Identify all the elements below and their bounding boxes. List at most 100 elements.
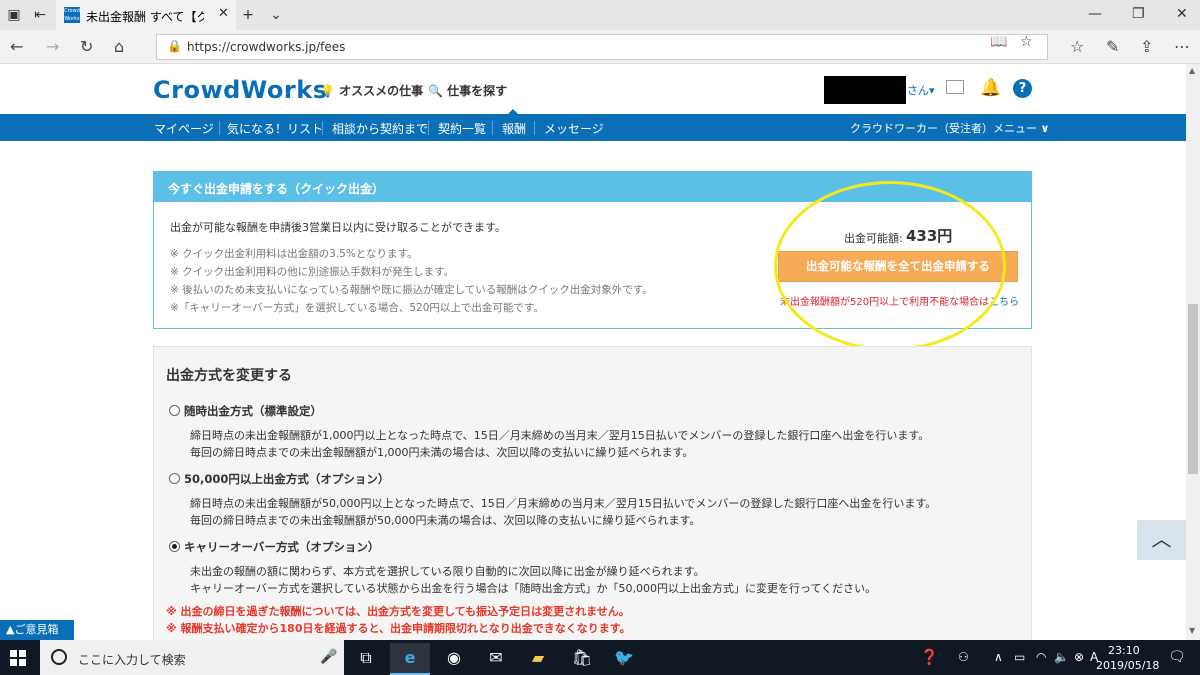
back-tab-icon[interactable]: ⇤ (32, 7, 48, 23)
method-section-title: 出金方式を変更する (166, 368, 292, 384)
option-label[interactable]: 50,000円以上出金方式（オプション） (184, 471, 389, 487)
find-jobs-link[interactable]: 🔍 仕事を探す (428, 82, 507, 99)
edge-icon[interactable]: e (390, 643, 430, 675)
wifi-icon[interactable]: ◠ (1036, 650, 1046, 664)
nav-consult-to-contract[interactable]: 相談から契約まで (332, 120, 428, 137)
page-scrollbar[interactable]: ▲ ▼ (1186, 64, 1200, 640)
nav-divider (492, 121, 493, 135)
worker-menu[interactable]: クラウドワーカー（受注者）メニュー ∨ (850, 120, 1049, 136)
clock-time[interactable]: 23:10 (1108, 644, 1140, 657)
tray-expand-icon[interactable]: ∧ (994, 650, 1003, 664)
nav-divider (322, 121, 323, 135)
warning-text: ※ 報酬支払い確定から180日を経過すると、出金申請期限切れとなり出金できなくな… (166, 622, 631, 635)
recommended-jobs-label: オススメの仕事 (339, 84, 424, 98)
quick-note: ※ 後払いのため未支払いになっている報酬や既に振込が確定している報酬はクイック出… (170, 284, 653, 296)
refresh-icon[interactable]: ↻ (80, 38, 93, 56)
home-icon[interactable]: ⌂ (114, 38, 124, 56)
windows-start-icon[interactable] (10, 650, 26, 666)
nav-divider (219, 121, 220, 135)
chevron-down-icon: ∨ (1040, 122, 1050, 135)
battery-icon[interactable]: ▭ (1014, 650, 1025, 664)
reading-view-icon[interactable]: 📖 (990, 34, 1007, 50)
option-label[interactable]: キャリーオーバー方式（オプション） (184, 539, 379, 555)
nav-mypage[interactable]: マイページ (154, 120, 214, 137)
crowdworks-logo[interactable]: CrowdWorks (153, 76, 327, 104)
browser-tab-bar: ▣ ⇤ CrowdWorks 未出金報酬 すべて【クラウ ✕ + ⌄ — ❐ ✕ (0, 0, 1200, 30)
scroll-to-top-button[interactable]: ︿ (1137, 520, 1186, 560)
taskbar-search-placeholder[interactable]: ここに入力して検索 (78, 651, 186, 668)
tab-close-icon[interactable]: ✕ (218, 6, 229, 21)
notification-center-icon[interactable]: 🗨 (1168, 649, 1186, 665)
search-icon: 🔍 (428, 84, 443, 98)
store-icon[interactable]: 🛍 (562, 643, 602, 675)
nav-divider (428, 121, 429, 135)
minimize-icon[interactable]: — (1088, 6, 1102, 22)
browser-tab[interactable]: CrowdWorks 未出金報酬 すべて【クラウ ✕ (56, 0, 236, 30)
taskbar-search-box[interactable]: ここに入力して検索 🎤 (40, 640, 344, 675)
pen-icon[interactable]: ✎ (1106, 38, 1119, 56)
scroll-up-arrow-icon[interactable]: ▲ (1189, 66, 1195, 75)
option-description: 未出金の報酬の額に関わらず、本方式を選択している限り自動的に次回以降に出金が繰り… (190, 565, 705, 578)
help-icon[interactable]: ? (1013, 79, 1032, 98)
chrome-icon[interactable]: ◉ (434, 643, 474, 675)
scroll-down-arrow-icon[interactable]: ▼ (1189, 626, 1195, 635)
maximize-icon[interactable]: ❐ (1132, 6, 1145, 22)
notification-bell-icon[interactable]: 🔔 (980, 78, 1001, 98)
option-description: 毎回の締日時点までの未出金報酬額が50,000円未満の場合は、次回以降の支払いに… (190, 514, 701, 527)
quick-withdrawal-description: 出金が可能な報酬を申請後3営業日以内に受け取ることができます。 (170, 221, 506, 234)
worker-menu-label: クラウドワーカー（受注者）メニュー (850, 122, 1037, 135)
feedback-button[interactable]: ▲ご意見箱 (0, 620, 74, 640)
radio-50000-method[interactable] (169, 473, 180, 484)
mail-icon[interactable] (946, 80, 964, 94)
url-text[interactable]: https://crowdworks.jp/fees (187, 40, 345, 54)
crowdworks-favicon-icon: Crowd Works (64, 7, 80, 23)
cortana-icon (51, 649, 67, 665)
mail-app-icon[interactable]: ✉ (476, 643, 516, 675)
start-pane (10, 659, 17, 666)
radio-anytime-method[interactable] (169, 405, 180, 416)
help-tray-icon[interactable]: ❓ (920, 648, 939, 666)
nav-rewards[interactable]: 報酬 (502, 120, 526, 137)
forward-icon[interactable]: → (46, 38, 59, 56)
tab-dropdown-icon[interactable]: ⌄ (268, 7, 284, 23)
start-pane (19, 650, 26, 657)
more-icon[interactable]: ⋯ (1174, 38, 1190, 56)
nav-contracts[interactable]: 契約一覧 (438, 120, 486, 137)
nav-divider (534, 121, 535, 135)
redacted-username[interactable] (824, 76, 906, 104)
back-icon[interactable]: ← (10, 38, 23, 56)
task-view-icon[interactable]: ⧉ (346, 643, 386, 675)
scrollbar-thumb[interactable] (1188, 304, 1198, 474)
share-icon[interactable]: ⇪ (1140, 38, 1153, 56)
warning-text: ※ 出金の締日を過ぎた報酬については、出金方式を変更しても振込予定日は変更されま… (166, 605, 630, 618)
find-jobs-label: 仕事を探す (447, 84, 508, 98)
volume-icon[interactable]: 🔈 (1054, 650, 1069, 664)
people-icon[interactable]: ⚇ (958, 650, 969, 664)
quick-note: ※ クイック出金利用料の他に別途振込手数料が発生します。 (170, 266, 455, 278)
microphone-icon[interactable]: 🎤 (320, 649, 337, 665)
page-viewport: CrowdWorks 💡 オススメの仕事 🔍 仕事を探す さん▾ 🔔 ? マイペ… (0, 64, 1186, 640)
main-nav-bar: マイページ 気になる！リスト 相談から契約まで 契約一覧 報酬 メッセージ クラ… (0, 114, 1186, 141)
clock-date[interactable]: 2019/05/18 (1096, 659, 1159, 672)
option-label[interactable]: 随時出金方式（標準設定） (184, 403, 322, 419)
yellow-highlight-circle (774, 181, 1006, 351)
explorer-icon[interactable]: ▰ (518, 643, 558, 675)
withdrawal-method-panel: 出金方式を変更する 随時出金方式（標準設定） 締日時点の未出金報酬額が1,000… (153, 346, 1032, 640)
chevron-up-icon: ︿ (1151, 527, 1172, 551)
radio-carryover-method[interactable] (169, 541, 180, 552)
twitter-icon[interactable]: 🐦 (604, 643, 644, 675)
recommended-jobs-link[interactable]: 💡 オススメの仕事 (320, 82, 423, 99)
quick-note: ※ クイック出金利用料は出金額の3.5%となります。 (170, 248, 418, 260)
user-menu-toggle[interactable]: さん▾ (907, 82, 935, 98)
nav-watchlist[interactable]: 気になる！リスト (227, 120, 323, 137)
url-field[interactable]: 🔒 https://crowdworks.jp/fees (156, 34, 1048, 60)
new-tab-icon[interactable]: + (240, 7, 256, 23)
nav-messages[interactable]: メッセージ (544, 120, 604, 137)
tab-list-icon[interactable]: ▣ (6, 7, 22, 23)
favorite-star-icon[interactable]: ☆ (1020, 34, 1033, 50)
lightbulb-icon: 💡 (320, 84, 335, 98)
close-circle-icon[interactable]: ⊗ (1074, 650, 1084, 664)
address-bar: ← → ↻ ⌂ 🔒 https://crowdworks.jp/fees 📖 ☆… (0, 30, 1200, 64)
favorites-icon[interactable]: ☆ (1070, 38, 1084, 56)
window-close-icon[interactable]: ✕ (1176, 6, 1188, 22)
